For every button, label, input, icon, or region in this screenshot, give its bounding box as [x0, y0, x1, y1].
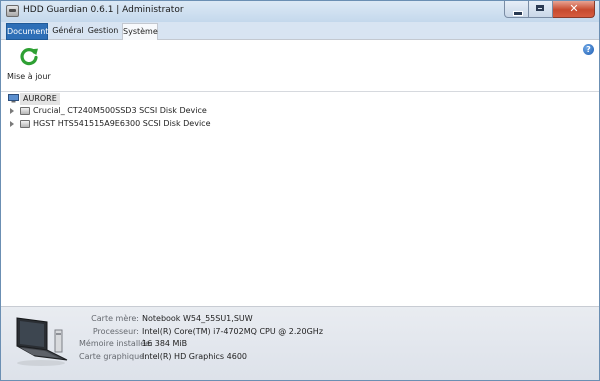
processor-label: Processeur: [92, 326, 139, 336]
help-icon[interactable]: ? [583, 44, 594, 55]
minimize-icon [513, 11, 523, 16]
graphics-value: Intel(R) HD Graphics 4600 [142, 351, 248, 361]
expand-arrow-icon[interactable] [10, 121, 14, 127]
hard-disk-icon [20, 120, 30, 128]
refresh-label: Mise à jour [7, 72, 51, 81]
app-window: HDD Guardian 0.6.1 | Administrator ✕ Doc… [0, 0, 600, 381]
ribbon-tabs: Document Général Gestion Système [1, 22, 599, 40]
memory-value: 16 384 MiB [142, 339, 188, 348]
disk-label: Crucial_ CT240M500SSD3 SCSI Disk Device [33, 106, 207, 115]
tab-document[interactable]: Document [6, 23, 48, 40]
window-title: HDD Guardian 0.6.1 | Administrator [23, 5, 184, 15]
computer-icon [8, 94, 19, 103]
tab-general[interactable]: Général [52, 23, 84, 40]
window-controls: ✕ [504, 1, 595, 19]
device-tree: AURORE Crucial_ CT240M500SSD3 SCSI Disk … [1, 92, 599, 306]
motherboard-label: Carte mère: [91, 314, 139, 323]
tree-root-label: AURORE [20, 93, 60, 105]
system-info-labels: Carte mère: Processeur: Mémoire installé… [79, 313, 153, 363]
disk-label: HGST HTS541515A9E6300 SCSI Disk Device [33, 119, 211, 128]
refresh-icon [20, 48, 38, 66]
maximize-button[interactable] [529, 1, 553, 18]
motherboard-value: Notebook W54_55SU1,SUW [142, 314, 253, 323]
processor-value: Intel(R) Core(TM) i7-4702MQ CPU @ 2.20GH… [142, 326, 324, 336]
ribbon-panel: Mise à jour ? [1, 40, 599, 92]
close-button[interactable]: ✕ [553, 1, 595, 18]
graphics-label: Carte graphique: [79, 351, 147, 361]
maximize-icon [536, 5, 544, 11]
minimize-button[interactable] [504, 1, 529, 18]
title-bar[interactable]: HDD Guardian 0.6.1 | Administrator ✕ [1, 1, 599, 22]
hard-disk-icon [20, 107, 30, 115]
hard-drive-icon [6, 5, 19, 17]
system-info-values: Notebook W54_55SU1,SUW Intel(R) Core(TM)… [142, 313, 323, 363]
refresh-button[interactable]: Mise à jour [7, 44, 51, 88]
tab-gestion[interactable]: Gestion [87, 23, 119, 40]
expand-arrow-icon[interactable] [10, 108, 14, 114]
close-icon: ✕ [569, 2, 579, 15]
memory-label: Mémoire installée: [79, 339, 153, 348]
system-info-panel: Carte mère: Processeur: Mémoire installé… [1, 306, 599, 380]
laptop-icon [16, 317, 68, 366]
tab-systeme[interactable]: Système [122, 23, 158, 40]
